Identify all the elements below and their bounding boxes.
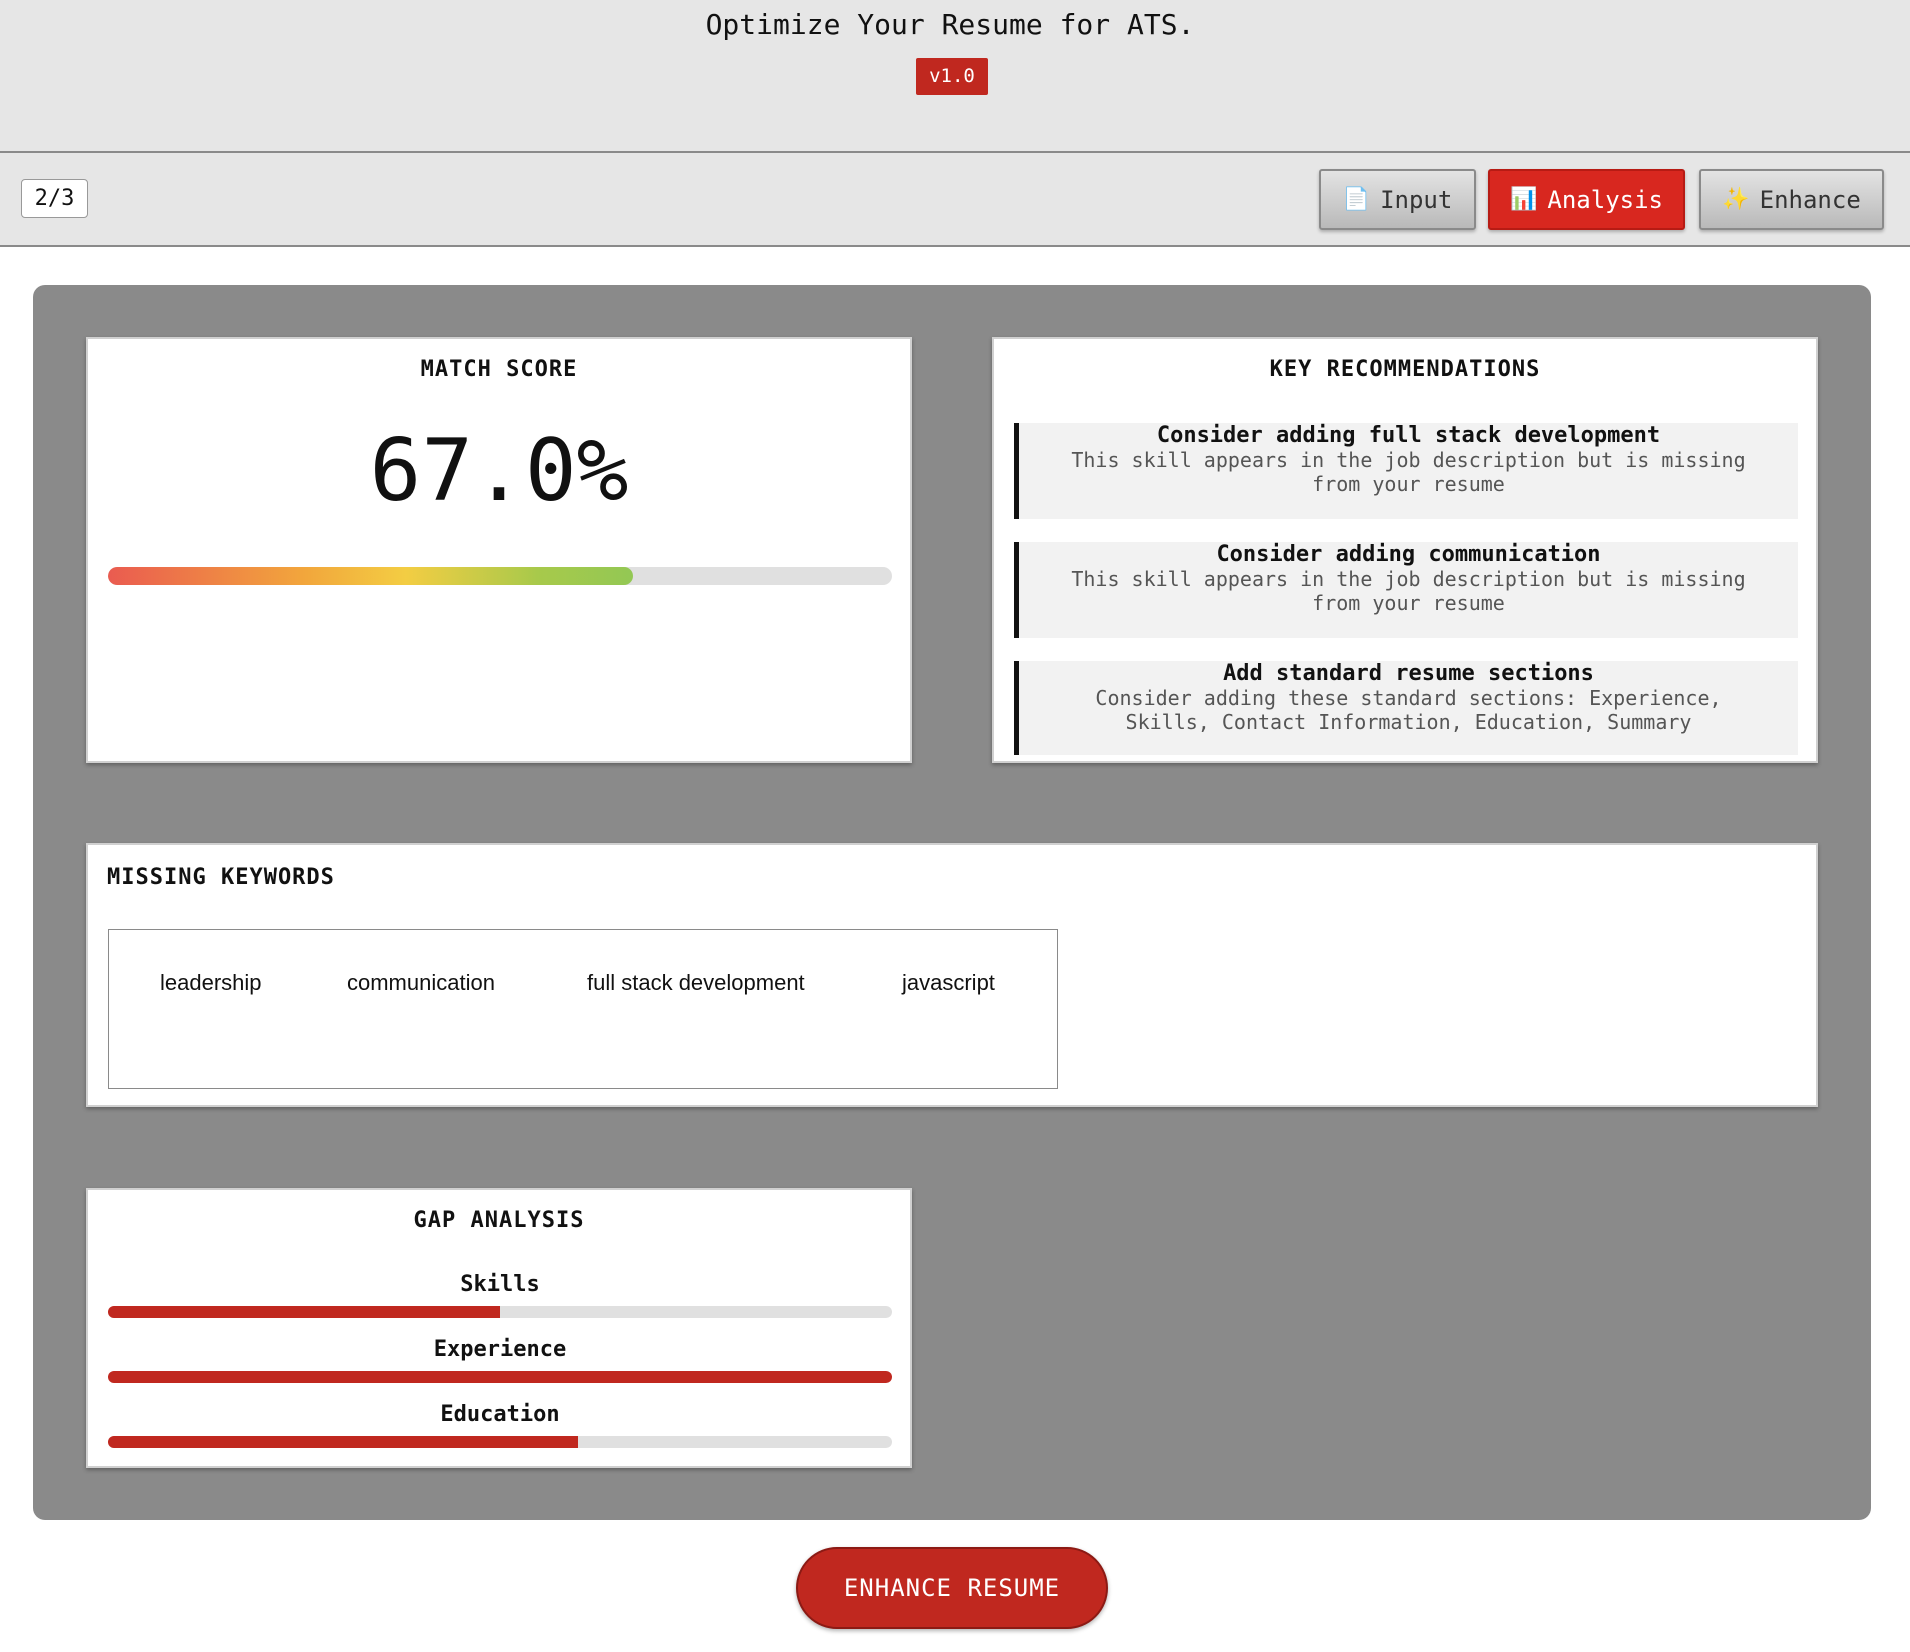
gap-bar	[108, 1306, 892, 1318]
sparkles-icon: ✨	[1722, 187, 1750, 212]
recommendation-title: Add standard resume sections	[1223, 661, 1594, 686]
gap-bar	[108, 1436, 892, 1448]
tab-enhance-label: Enhance	[1759, 185, 1861, 214]
recommendation-item: Consider adding communication This skill…	[1014, 542, 1798, 638]
missing-keywords-card: MISSING KEYWORDS leadership communicatio…	[86, 843, 1818, 1107]
step-toolbar: 2/3 📄 Input 📊 Analysis ✨ Enhance	[0, 153, 1910, 247]
recommendation-title: Consider adding full stack development	[1156, 423, 1661, 448]
keyword-tag: javascript	[902, 970, 995, 995]
tab-input-label: Input	[1380, 185, 1453, 214]
match-score-card: MATCH SCORE 67.0%	[86, 337, 912, 763]
version-badge: v1.0	[916, 58, 988, 95]
gap-analysis-card: GAP ANALYSIS Skills Experience Education	[86, 1188, 912, 1468]
gap-row-education: Education	[108, 1402, 892, 1448]
match-score-bar-fill	[108, 567, 634, 585]
document-icon: 📄	[1342, 187, 1371, 212]
missing-keywords-title: MISSING KEYWORDS	[107, 865, 335, 890]
gap-bar-fill	[108, 1371, 892, 1383]
tab-analysis-label: Analysis	[1547, 185, 1663, 214]
recommendation-title: Consider adding communication	[1216, 542, 1601, 567]
tab-analysis[interactable]: 📊 Analysis	[1488, 169, 1685, 230]
app-header: Optimize Your Resume for ATS. v1.0	[0, 0, 1910, 153]
keyword-tag: leadership	[160, 970, 262, 995]
recommendation-item: Consider adding full stack development T…	[1014, 423, 1798, 519]
recommendation-item: Add standard resume sections Consider ad…	[1014, 661, 1798, 755]
gap-analysis-title: GAP ANALYSIS	[413, 1208, 585, 1233]
recommendation-description: This skill appears in the job descriptio…	[1071, 567, 1746, 615]
gap-bar-fill	[108, 1436, 579, 1448]
match-score-bar	[108, 567, 892, 585]
gap-row-experience: Experience	[108, 1337, 892, 1383]
tab-enhance[interactable]: ✨ Enhance	[1699, 169, 1884, 230]
bar-chart-icon: 📊	[1510, 187, 1538, 212]
match-score-value: 67.0%	[369, 421, 629, 521]
keywords-list: leadership communication full stack deve…	[108, 929, 1058, 1089]
recommendations-title: KEY RECOMMENDATIONS	[1269, 357, 1541, 382]
keyword-tag: full stack development	[587, 970, 805, 995]
gap-bar	[108, 1371, 892, 1383]
enhance-resume-button[interactable]: ENHANCE RESUME	[796, 1547, 1108, 1629]
recommendations-card: KEY RECOMMENDATIONS Consider adding full…	[992, 337, 1818, 763]
gap-label: Education	[440, 1402, 560, 1427]
gap-bar-fill	[108, 1306, 500, 1318]
step-indicator: 2/3	[21, 179, 88, 218]
recommendation-description: This skill appears in the job descriptio…	[1071, 448, 1746, 496]
recommendation-description: Consider adding these standard sections:…	[1095, 686, 1722, 734]
gap-label: Experience	[433, 1337, 567, 1362]
gap-label: Skills	[460, 1272, 540, 1297]
page-title: Optimize Your Resume for ATS.	[705, 8, 1195, 41]
keyword-tag: communication	[347, 970, 495, 995]
match-score-title: MATCH SCORE	[420, 357, 578, 382]
gap-row-skills: Skills	[108, 1272, 892, 1318]
tab-input[interactable]: 📄 Input	[1319, 169, 1476, 230]
